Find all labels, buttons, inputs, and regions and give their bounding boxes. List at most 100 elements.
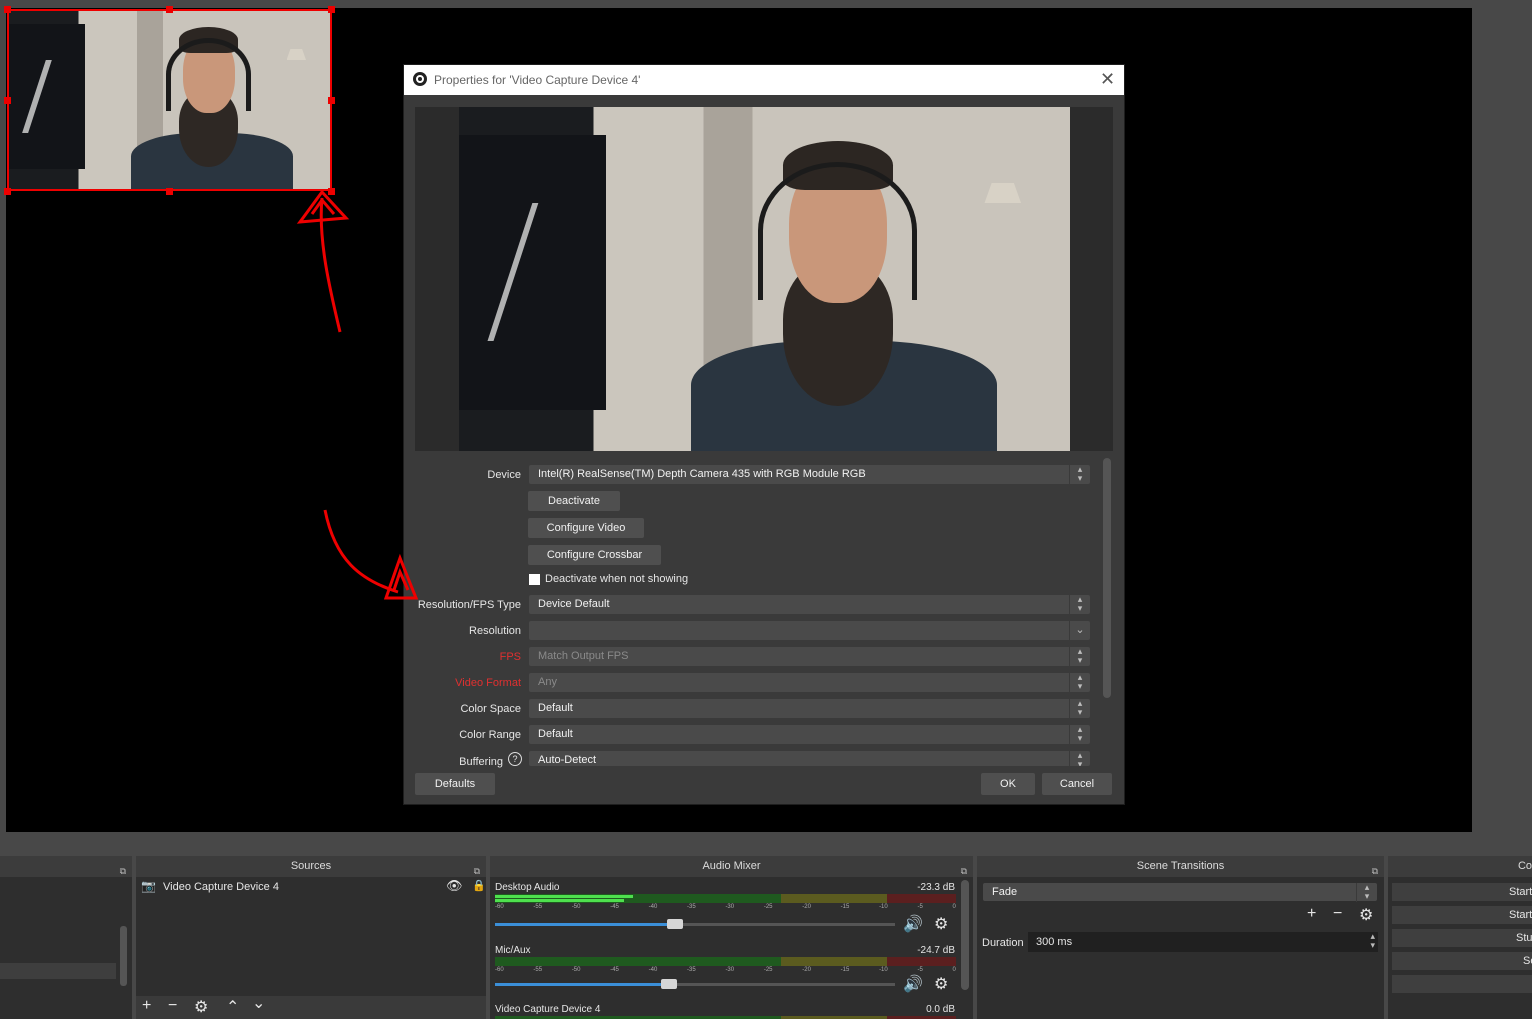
spin-arrows-icon: ▴ ▾: [1069, 725, 1090, 744]
fps-select[interactable]: Match Output FPS ▴ ▾: [529, 647, 1090, 666]
slider-knob[interactable]: [661, 979, 677, 989]
meter-level: [495, 899, 625, 902]
eye-icon[interactable]: 👁: [446, 878, 463, 894]
gear-icon[interactable]: ⚙: [934, 974, 948, 994]
color-range-select[interactable]: Default ▴ ▾: [529, 725, 1090, 744]
lock-icon[interactable]: 🔒: [472, 879, 486, 892]
help-icon[interactable]: ?: [508, 752, 522, 766]
audio-mixer-dock: Audio Mixer ⧉ Desktop Audio -23.3 dB -60 -…: [490, 856, 973, 1019]
sources-title: Sources: [290, 860, 332, 872]
meter-tick-label: -45: [610, 967, 619, 973]
settings-button[interactable]: Se: [1392, 952, 1532, 970]
dock-float-icon[interactable]: ⧉: [961, 861, 967, 882]
start-streaming-button[interactable]: Start: [1392, 883, 1532, 901]
resize-handle[interactable]: [4, 6, 11, 13]
dock-float-icon[interactable]: ⧉: [1372, 861, 1378, 882]
video-format-value: Any: [538, 676, 557, 688]
color-space-label: Color Space: [460, 703, 521, 715]
buffering-label: Buffering: [459, 756, 503, 768]
volume-slider[interactable]: [495, 919, 895, 929]
gear-icon[interactable]: ⚙: [194, 997, 208, 1017]
res-fps-type-select[interactable]: Device Default ▴ ▾: [529, 595, 1090, 614]
resolution-select[interactable]: ⌄: [529, 621, 1090, 640]
meter-ticks: -60 -55 -50 -45 -40 -35 -30 -25 -20 -15 -10 -5 0: [495, 967, 956, 975]
close-icon[interactable]: ✕: [1100, 69, 1115, 90]
meter-tick-label: 0: [952, 904, 956, 910]
meter-tick-label: -10: [879, 967, 888, 973]
resolution-label: Resolution: [469, 625, 521, 637]
resize-handle[interactable]: [328, 6, 335, 13]
controls-title: Co: [1517, 860, 1532, 872]
list-item[interactable]: [0, 963, 116, 979]
studio-mode-button[interactable]: Stu: [1392, 929, 1532, 947]
dialog-titlebar[interactable]: Properties for 'Video Capture Device 4' …: [404, 65, 1124, 95]
add-icon[interactable]: +: [1307, 905, 1316, 923]
resize-handle[interactable]: [166, 6, 173, 13]
channel-name: Video Capture Device 4: [495, 1004, 601, 1015]
color-range-label: Color Range: [459, 729, 521, 741]
meter-level: [495, 895, 634, 898]
speaker-icon[interactable]: 🔊: [903, 974, 923, 994]
source-item-video-capture[interactable]: 📷 Video Capture Device 4 👁 🔒: [138, 878, 486, 896]
defaults-button[interactable]: Defaults: [415, 773, 495, 795]
mixer-scrollbar[interactable]: [961, 880, 969, 990]
meter-tick-label: -10: [879, 904, 888, 910]
device-select[interactable]: Intel(R) RealSense(TM) Depth Camera 435 …: [529, 465, 1090, 484]
exit-button[interactable]: [1392, 975, 1532, 993]
meter-tick-label: -30: [725, 904, 735, 910]
meter-tick-label: -25: [763, 967, 773, 973]
configure-video-button[interactable]: Configure Video: [528, 518, 644, 538]
buffering-value: Auto-Detect: [538, 754, 597, 766]
remove-icon[interactable]: −: [1333, 905, 1342, 923]
resize-handle[interactable]: [166, 188, 173, 195]
dialog-title: Properties for 'Video Capture Device 4': [434, 73, 641, 87]
spin-arrows-icon: ▴ ▾: [1069, 673, 1090, 692]
meter-tick-label: -55: [533, 904, 543, 910]
video-format-select[interactable]: Any ▴ ▾: [529, 673, 1090, 692]
buffering-select[interactable]: Auto-Detect ▴ ▾: [529, 751, 1090, 766]
gear-icon[interactable]: ⚙: [1359, 905, 1373, 925]
cancel-button[interactable]: Cancel: [1042, 773, 1112, 795]
duration-value: 300 ms: [1036, 936, 1073, 948]
resize-handle[interactable]: [328, 97, 335, 104]
chevron-down-icon[interactable]: ⌄: [252, 993, 265, 1013]
resize-handle[interactable]: [4, 188, 11, 195]
remove-icon[interactable]: −: [168, 997, 177, 1015]
configure-crossbar-button[interactable]: Configure Crossbar: [528, 545, 661, 565]
gear-icon[interactable]: ⚙: [934, 914, 948, 934]
res-fps-type-label: Resolution/FPS Type: [417, 599, 521, 611]
start-recording-button[interactable]: Start: [1392, 906, 1532, 924]
meter-tick-label: -50: [571, 904, 581, 910]
meter-tick-label: 0: [952, 967, 956, 973]
chevron-down-icon: ⌄: [1069, 621, 1090, 640]
transition-value: Fade: [992, 886, 1018, 898]
spin-arrows-icon[interactable]: ▴ ▾: [1370, 932, 1375, 950]
deactivate-when-not-showing-checkbox[interactable]: [529, 574, 540, 585]
meter-tick-label: -40: [648, 967, 658, 973]
volume-slider[interactable]: [495, 979, 895, 989]
transition-select[interactable]: Fade ▴ ▾: [983, 883, 1377, 902]
color-space-value: Default: [538, 702, 573, 714]
scenes-scrollbar[interactable]: [120, 926, 127, 986]
meter-tick-label: -30: [725, 967, 735, 973]
properties-scrollbar[interactable]: [1103, 458, 1111, 698]
color-space-select[interactable]: Default ▴ ▾: [529, 699, 1090, 718]
deactivate-button[interactable]: Deactivate: [528, 491, 620, 511]
resize-handle[interactable]: [4, 97, 11, 104]
chevron-up-icon[interactable]: ⌃: [226, 997, 239, 1017]
source-selection-box[interactable]: [4, 6, 335, 195]
ok-button[interactable]: OK: [981, 773, 1035, 795]
add-icon[interactable]: +: [142, 997, 151, 1015]
meter-tick-label: -60: [495, 967, 504, 973]
duration-spinbox[interactable]: 300 ms ▴ ▾: [1028, 932, 1378, 952]
slider-knob[interactable]: [667, 919, 683, 929]
button-label: Start: [1509, 909, 1532, 921]
dock-float-icon[interactable]: ⧉: [120, 861, 126, 882]
spin-arrows-icon: ▴ ▾: [1069, 465, 1090, 484]
meter-tick-label: -60: [495, 904, 504, 910]
fps-value: Match Output FPS: [538, 650, 629, 662]
resize-handle[interactable]: [328, 188, 335, 195]
speaker-icon[interactable]: 🔊: [903, 914, 923, 934]
duration-label: Duration: [982, 937, 1024, 949]
sources-dock: Sources ⧉ 📷 Video Capture Device 4 👁 🔒 + …: [136, 856, 486, 1019]
